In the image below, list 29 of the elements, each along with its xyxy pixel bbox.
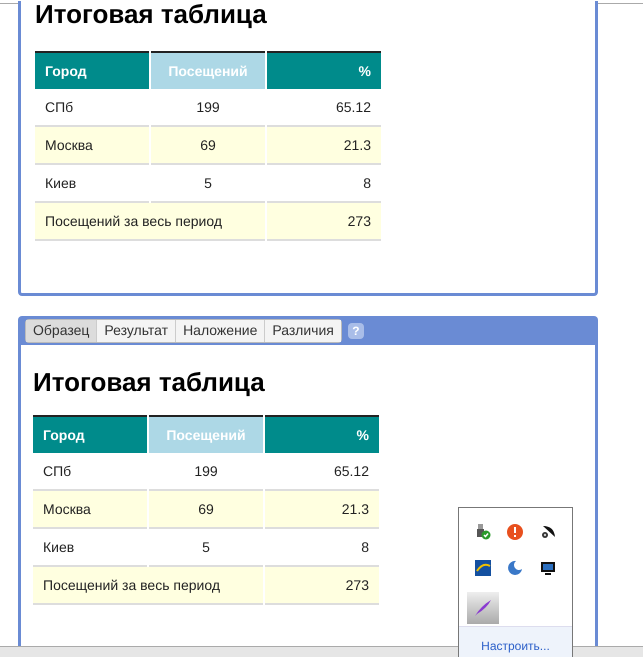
tab[interactable]: Различия [265,320,341,342]
table-cell: 21.3 [265,491,379,529]
table-cell: Посещений за весь период [33,567,263,605]
table-cell: 273 [267,203,381,241]
column-header: Посещений [151,51,265,89]
table-cell: 69 [149,491,263,529]
column-header: Город [35,51,149,89]
tab[interactable]: Наложение [176,320,266,342]
table-cell: Посещений за весь период [35,203,265,241]
crescent-icon[interactable] [507,560,524,576]
column-header: Город [33,415,147,453]
feather-icon[interactable] [473,598,494,618]
table-cell: 273 [265,567,379,605]
plug-check-icon[interactable] [475,524,492,540]
table-cell: 69 [151,127,265,165]
tab[interactable]: Результат [97,320,176,342]
column-header: Посещений [149,415,263,453]
tab[interactable]: Образец [26,320,98,342]
column-header: % [267,51,381,89]
table-title: Итоговая таблица [33,367,266,397]
table-cell: 21.3 [267,127,381,165]
satellite-dish-icon[interactable] [540,524,556,540]
table-cell: Москва [35,127,149,165]
alert-icon[interactable] [507,524,524,540]
monitor-icon[interactable] [540,560,556,576]
table-title: Итоговая таблица [35,1,268,27]
badge-icon[interactable] [475,560,492,576]
column-header: % [265,415,379,453]
table-cell: Москва [33,491,147,529]
